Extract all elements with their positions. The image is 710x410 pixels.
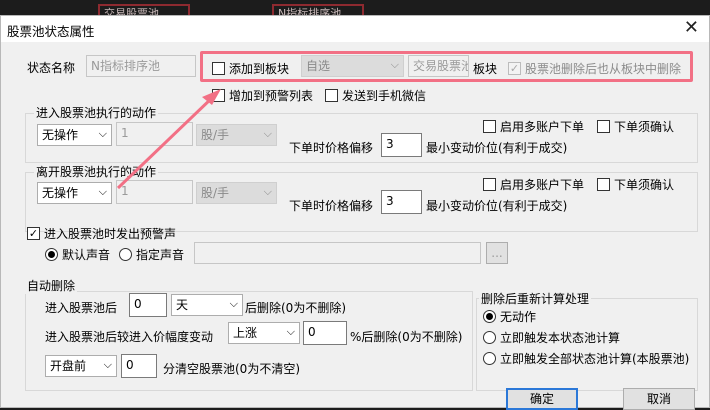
annotation-arrow-line — [116, 94, 216, 190]
annotation-arrow — [116, 89, 221, 190]
annotation-arrow-head — [202, 89, 221, 105]
